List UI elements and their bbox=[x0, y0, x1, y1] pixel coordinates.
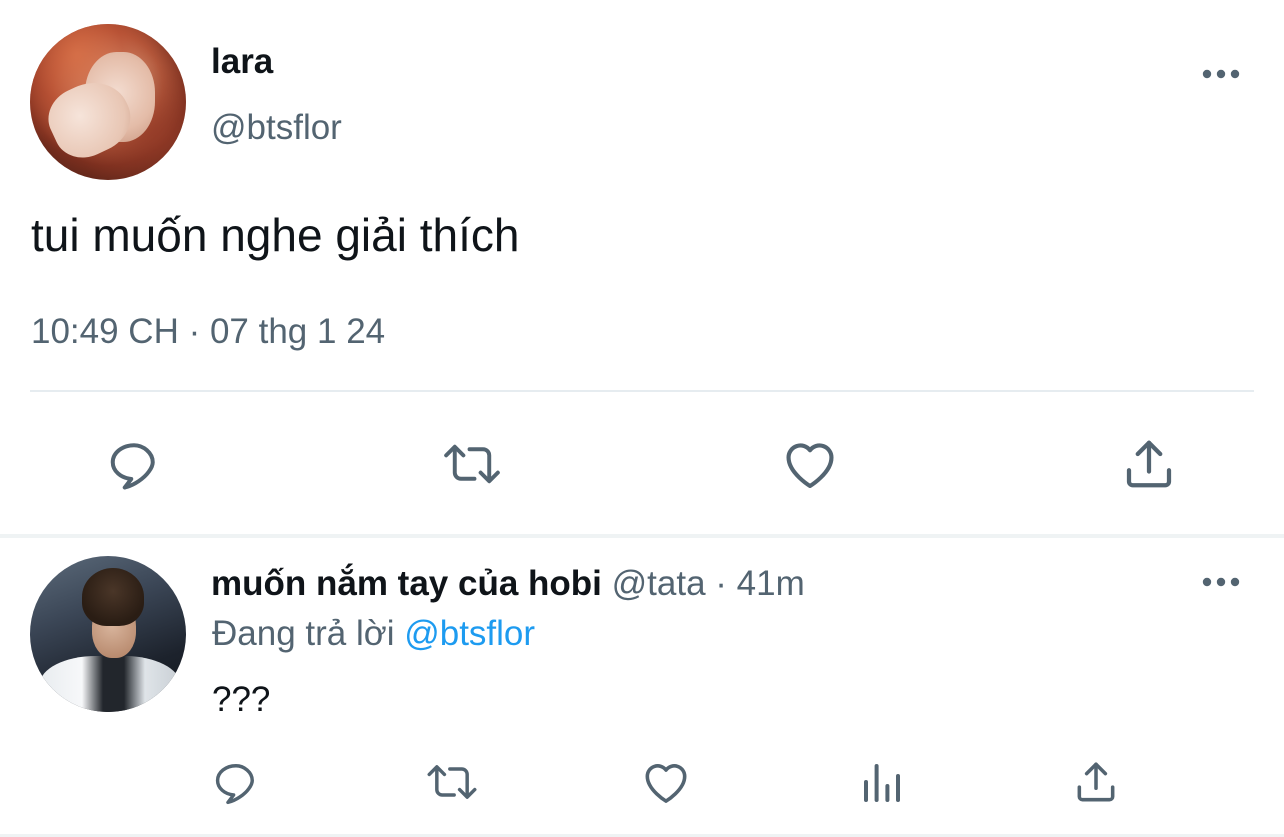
comment-icon bbox=[110, 443, 155, 490]
reply-button[interactable] bbox=[102, 432, 166, 496]
reply-tweet[interactable]: muốn nắm tay của hobi @tata · 41m Đang t… bbox=[0, 538, 1284, 837]
main-tweet: lara @btsflor tui muốn nghe giải thích 1… bbox=[0, 0, 1284, 536]
avatar-lara[interactable] bbox=[30, 24, 186, 180]
retweet-button[interactable] bbox=[440, 432, 504, 496]
reply-like-button[interactable] bbox=[636, 752, 696, 812]
replying-to: Đang trả lời @btsflor bbox=[212, 614, 535, 654]
reply-handle[interactable]: @tata bbox=[612, 564, 706, 603]
reply-tweet-text: ??? bbox=[212, 680, 271, 719]
reply-display-name[interactable]: muốn nắm tay của hobi bbox=[211, 564, 602, 603]
more-horizontal-icon[interactable] bbox=[1201, 68, 1241, 80]
retweet-icon bbox=[427, 765, 477, 799]
main-tweet-text: tui muốn nghe giải thích bbox=[31, 209, 520, 261]
main-display-name[interactable]: lara bbox=[211, 42, 273, 82]
share-button[interactable] bbox=[1117, 432, 1181, 496]
heart-icon bbox=[786, 443, 834, 489]
avatar-tata[interactable] bbox=[30, 556, 186, 712]
reply-views-button[interactable] bbox=[852, 752, 912, 812]
retweet-icon bbox=[444, 444, 500, 484]
reply-share-button[interactable] bbox=[1066, 752, 1126, 812]
reply-reply-button[interactable] bbox=[206, 752, 266, 812]
share-icon bbox=[1126, 440, 1172, 488]
replying-mention[interactable]: @btsflor bbox=[404, 614, 535, 653]
analytics-icon bbox=[864, 764, 900, 802]
main-handle[interactable]: @btsflor bbox=[211, 108, 342, 148]
comment-icon bbox=[215, 764, 254, 805]
reply-retweet-button[interactable] bbox=[420, 752, 484, 812]
main-timestamp[interactable]: 10:49 CH · 07 thg 1 24 bbox=[31, 312, 385, 352]
like-button[interactable] bbox=[778, 432, 842, 496]
reply-header: muốn nắm tay của hobi @tata · 41m bbox=[211, 564, 805, 604]
replying-prefix: Đang trả lời bbox=[212, 614, 405, 653]
more-horizontal-icon[interactable] bbox=[1201, 576, 1241, 588]
share-icon bbox=[1077, 762, 1115, 802]
heart-icon bbox=[645, 764, 687, 803]
reply-time[interactable]: 41m bbox=[737, 564, 805, 603]
reply-separator: · bbox=[705, 564, 737, 603]
divider bbox=[30, 390, 1254, 392]
